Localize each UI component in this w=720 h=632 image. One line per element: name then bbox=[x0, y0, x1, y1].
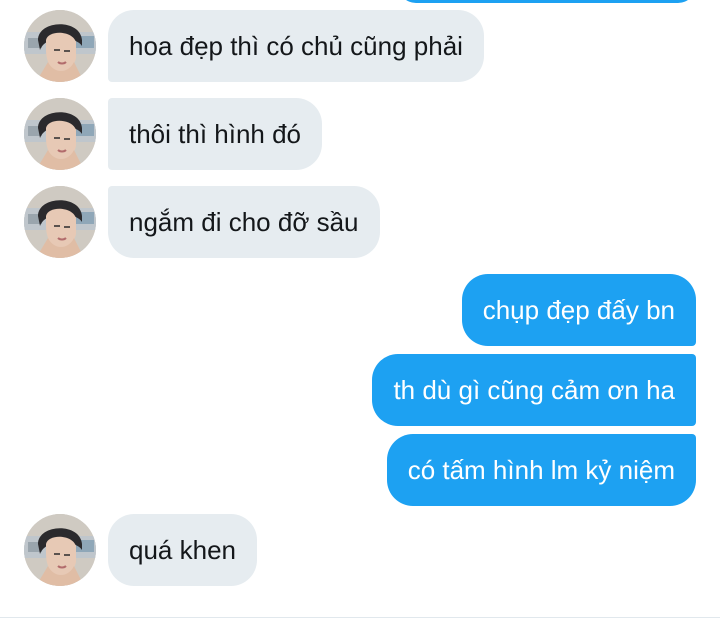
message-row-outgoing: th dù gì cũng cảm ơn ha bbox=[0, 354, 720, 426]
user-avatar-icon bbox=[24, 98, 96, 170]
message-bubble-outgoing[interactable]: có tấm hình lm kỷ niệm bbox=[386, 434, 696, 506]
message-row-incoming: quá khen bbox=[0, 514, 720, 586]
user-avatar[interactable] bbox=[24, 10, 96, 82]
divider bbox=[0, 617, 720, 618]
user-avatar[interactable] bbox=[24, 186, 96, 258]
message-bubble-incoming[interactable]: quá khen bbox=[108, 514, 257, 586]
user-avatar-icon bbox=[24, 186, 96, 258]
user-avatar-icon bbox=[24, 10, 96, 82]
message-bubble-outgoing[interactable]: chụp đẹp đấy bn bbox=[461, 274, 696, 346]
user-avatar[interactable] bbox=[24, 514, 96, 586]
message-bubble-incoming[interactable]: hoa đẹp thì có chủ cũng phải bbox=[108, 10, 484, 82]
message-row-outgoing: chụp đẹp đấy bn bbox=[0, 274, 720, 346]
user-avatar[interactable] bbox=[24, 98, 96, 170]
message-bubble-outgoing[interactable]: th dù gì cũng cảm ơn ha bbox=[372, 354, 696, 426]
message-row-incoming: thôi thì hình đó bbox=[0, 98, 720, 170]
message-bubble-incoming[interactable]: ngắm đi cho đỡ sầu bbox=[108, 186, 380, 258]
message-bubble-incoming[interactable]: thôi thì hình đó bbox=[108, 98, 323, 170]
message-row-incoming: hoa đẹp thì có chủ cũng phải bbox=[0, 10, 720, 82]
user-avatar-icon bbox=[24, 514, 96, 586]
message-row-outgoing: có tấm hình lm kỷ niệm bbox=[0, 434, 720, 506]
previous-message-bubble[interactable] bbox=[398, 0, 696, 3]
message-row-incoming: ngắm đi cho đỡ sầu bbox=[0, 186, 720, 258]
